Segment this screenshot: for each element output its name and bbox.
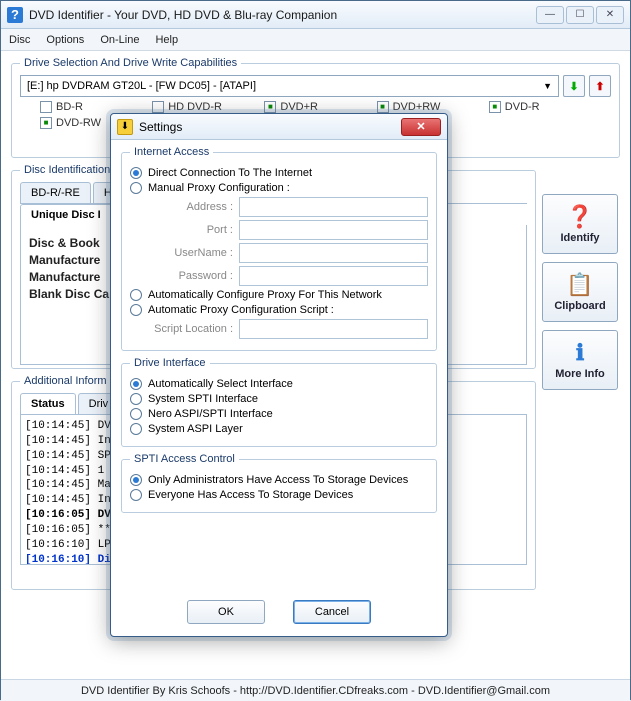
settings-icon: ⬇ [117, 119, 133, 135]
proxy-address-input[interactable] [239, 197, 428, 217]
radio-direct[interactable]: Direct Connection To The Internet [130, 167, 428, 179]
radio-manual-proxy[interactable]: Manual Proxy Configuration : [130, 182, 428, 194]
internet-group: Internet Access Direct Connection To The… [121, 146, 437, 351]
radio-icon [130, 393, 142, 405]
app-icon: ? [7, 7, 23, 23]
spti-legend: SPTI Access Control [130, 453, 239, 465]
footer: DVD Identifier By Kris Schoofs - http://… [1, 679, 630, 701]
internet-legend: Internet Access [130, 146, 213, 158]
checkbox-icon [152, 101, 164, 113]
menu-disc[interactable]: Disc [9, 34, 30, 46]
proxy-username-input[interactable] [239, 243, 428, 263]
capability-item: DVD+RW [377, 101, 479, 113]
window-title: DVD Identifier - Your DVD, HD DVD & Blu-… [29, 8, 536, 22]
spti-group: SPTI Access Control Only Administrators … [121, 453, 437, 513]
disc-identification-legend: Disc Identification [20, 164, 114, 176]
drive-interface-group: Drive Interface Automatically Select Int… [121, 357, 437, 447]
radio-icon [130, 182, 142, 194]
proxy-script-input[interactable] [239, 319, 428, 339]
radio-auto-proxy[interactable]: Automatically Configure Proxy For This N… [130, 289, 428, 301]
checkbox-icon [377, 101, 389, 113]
menu-help[interactable]: Help [155, 34, 178, 46]
clipboard-label: Clipboard [554, 300, 605, 312]
radio-icon [130, 167, 142, 179]
capability-item: BD-R [40, 101, 142, 113]
info-icon: ℹ [576, 340, 584, 366]
proxy-password-input[interactable] [239, 266, 428, 286]
minimize-button[interactable]: — [536, 6, 564, 24]
identify-label: Identify [560, 232, 599, 244]
radio-spti[interactable]: System SPTI Interface [130, 393, 428, 405]
question-icon: ❓ [566, 204, 593, 230]
checkbox-icon [489, 101, 501, 113]
radio-icon [130, 304, 142, 316]
titlebar: ? DVD Identifier - Your DVD, HD DVD & Bl… [1, 1, 630, 29]
radio-system-aspi[interactable]: System ASPI Layer [130, 423, 428, 435]
radio-auto-interface[interactable]: Automatically Select Interface [130, 378, 428, 390]
radio-icon [130, 378, 142, 390]
radio-proxy-script[interactable]: Automatic Proxy Configuration Script : [130, 304, 428, 316]
radio-everyone[interactable]: Everyone Has Access To Storage Devices [130, 489, 428, 501]
tab-status[interactable]: Status [20, 393, 76, 414]
tab-unique[interactable]: Unique Disc I [20, 204, 112, 225]
moreinfo-label: More Info [555, 368, 605, 380]
capability-item: DVD+R [264, 101, 366, 113]
moreinfo-button[interactable]: ℹ More Info [542, 330, 618, 390]
cancel-button[interactable]: Cancel [293, 600, 371, 624]
capability-item: DVD-R [489, 101, 591, 113]
checkbox-icon [40, 101, 52, 113]
radio-admin-only[interactable]: Only Administrators Have Access To Stora… [130, 474, 428, 486]
arrow-up-icon: ⬆ [595, 80, 604, 93]
maximize-button[interactable]: ☐ [566, 6, 594, 24]
tab-bdr[interactable]: BD-R/-RE [20, 182, 91, 203]
menubar: Disc Options On-Line Help [1, 29, 630, 51]
drive-selected-text: [E:] hp DVDRAM GT20L - [FW DC05] - [ATAP… [27, 80, 256, 92]
radio-icon [130, 474, 142, 486]
identify-button[interactable]: ❓ Identify [542, 194, 618, 254]
checkbox-icon [40, 117, 52, 129]
settings-dialog: ⬇ Settings ✕ Internet Access Direct Conn… [110, 113, 448, 637]
settings-title: Settings [139, 120, 401, 134]
clipboard-icon: 📋 [566, 272, 593, 298]
menu-options[interactable]: Options [46, 34, 84, 46]
chevron-down-icon: ▼ [543, 81, 552, 91]
radio-nero-aspi[interactable]: Nero ASPI/SPTI Interface [130, 408, 428, 420]
radio-icon [130, 289, 142, 301]
proxy-port-input[interactable] [239, 220, 428, 240]
menu-online[interactable]: On-Line [100, 34, 139, 46]
close-button[interactable]: ✕ [596, 6, 624, 24]
radio-icon [130, 408, 142, 420]
clipboard-button[interactable]: 📋 Clipboard [542, 262, 618, 322]
capability-item: HD DVD-R [152, 101, 254, 113]
radio-icon [130, 489, 142, 501]
ok-button[interactable]: OK [187, 600, 265, 624]
drive-select[interactable]: [E:] hp DVDRAM GT20L - [FW DC05] - [ATAP… [20, 75, 559, 97]
checkbox-icon [264, 101, 276, 113]
capability-item [489, 117, 591, 129]
arrow-down-icon: ⬇ [569, 80, 578, 93]
drive-legend: Drive Selection And Drive Write Capabili… [20, 57, 241, 69]
drive-interface-legend: Drive Interface [130, 357, 210, 369]
refresh-up-button[interactable]: ⬆ [589, 75, 611, 97]
refresh-down-button[interactable]: ⬇ [563, 75, 585, 97]
settings-titlebar: ⬇ Settings ✕ [111, 114, 447, 140]
additional-legend: Additional Inform [20, 375, 111, 387]
radio-icon [130, 423, 142, 435]
settings-close-button[interactable]: ✕ [401, 118, 441, 136]
